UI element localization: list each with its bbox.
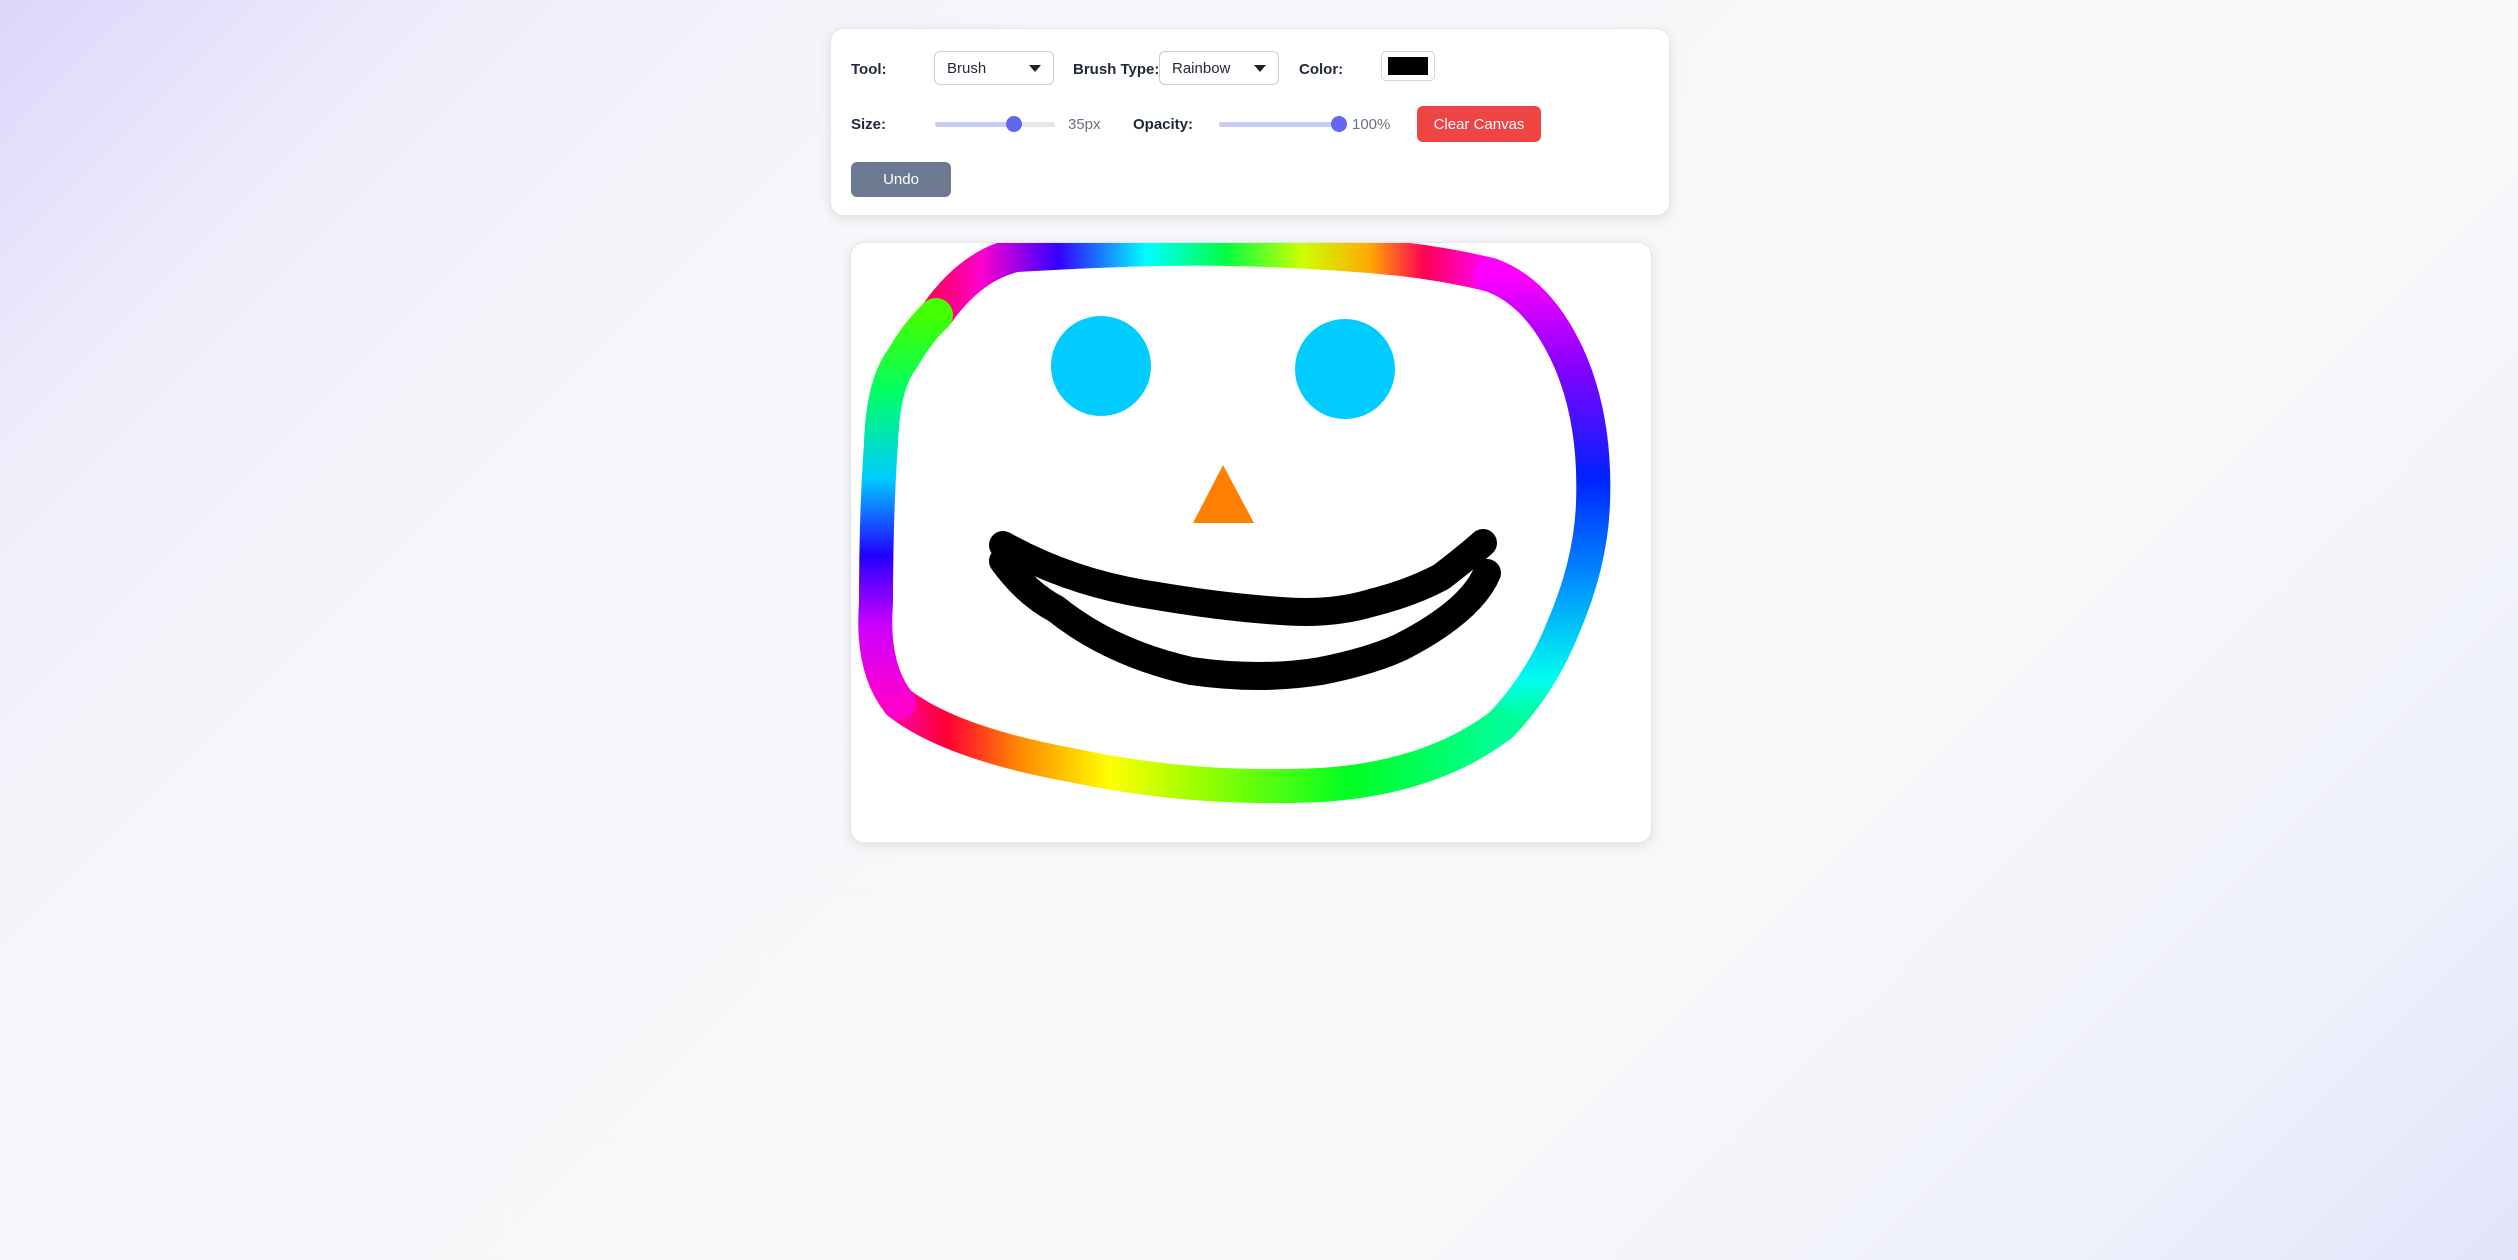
nose bbox=[1193, 465, 1254, 523]
rainbow-stroke-top bbox=[919, 243, 1508, 332]
opacity-value: 100% bbox=[1352, 116, 1391, 133]
right-eye bbox=[1295, 319, 1395, 419]
rainbow-stroke-left bbox=[858, 298, 953, 720]
tool-select[interactable]: Brush bbox=[934, 51, 1054, 85]
rainbow-stroke-bottom bbox=[882, 686, 1518, 804]
color-picker[interactable] bbox=[1381, 51, 1435, 81]
undo-button[interactable]: Undo bbox=[851, 162, 951, 197]
size-slider-thumb[interactable] bbox=[1006, 116, 1023, 132]
left-eye bbox=[1051, 316, 1151, 416]
chevron-down-icon bbox=[1254, 65, 1266, 72]
color-swatch bbox=[1388, 57, 1428, 75]
opacity-label: Opacity: bbox=[1133, 116, 1194, 133]
opacity-slider-thumb[interactable] bbox=[1331, 116, 1347, 132]
color-label: Color: bbox=[1299, 61, 1344, 78]
chevron-down-icon bbox=[1029, 65, 1041, 72]
opacity-slider[interactable] bbox=[1219, 115, 1347, 133]
rainbow-stroke-right bbox=[1474, 258, 1611, 742]
brush-type-select[interactable]: Rainbow bbox=[1159, 51, 1279, 85]
clear-canvas-button[interactable]: Clear Canvas bbox=[1417, 106, 1541, 142]
size-slider-fill bbox=[935, 122, 1015, 127]
canvas-drawing bbox=[858, 243, 1611, 804]
drawing-canvas[interactable] bbox=[850, 242, 1652, 843]
opacity-slider-fill bbox=[1219, 122, 1339, 127]
tool-label: Tool: bbox=[851, 61, 887, 78]
size-value: 35px bbox=[1068, 116, 1101, 133]
tool-select-value: Brush bbox=[947, 60, 987, 77]
toolbar: Tool: Brush Brush Type: Rainbow Color: S… bbox=[830, 28, 1670, 216]
brush-type-select-value: Rainbow bbox=[1172, 60, 1231, 77]
size-label: Size: bbox=[851, 116, 887, 133]
brush-type-label: Brush Type: bbox=[1073, 61, 1160, 78]
size-slider[interactable] bbox=[935, 115, 1055, 133]
mouth-upper-stroke bbox=[989, 529, 1497, 626]
